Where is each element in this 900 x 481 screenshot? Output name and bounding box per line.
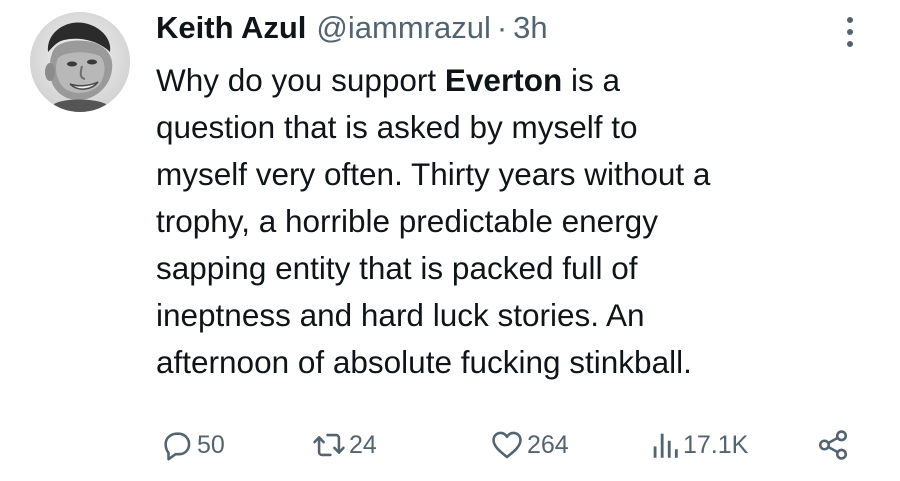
share-icon <box>818 430 848 460</box>
more-button[interactable] <box>838 14 862 50</box>
avatar[interactable] <box>30 12 130 112</box>
tweet-text-line: myself very often. Thirty years without … <box>156 156 711 192</box>
separator-dot: · <box>496 10 508 45</box>
tweet-header: Keith Azul @iammrazul · 3h <box>156 8 548 48</box>
tweet-text-line: ineptness and hard luck stories. An <box>156 297 645 333</box>
author-name[interactable]: Keith Azul <box>156 8 306 48</box>
tweet: Keith Azul @iammrazul · 3h Why do you su… <box>0 0 900 481</box>
avatar-image <box>30 12 130 112</box>
tweet-text-line: question that is asked by myself to <box>156 109 638 145</box>
action-bar: 50 24 264 17.1K <box>160 425 860 465</box>
retweet-count: 24 <box>349 430 377 459</box>
like-button[interactable]: 264 <box>490 425 569 465</box>
tweet-text-line: sapping entity that is packed full of <box>156 250 638 286</box>
more-icon <box>847 17 853 47</box>
share-button[interactable] <box>816 425 850 465</box>
tweet-text-line: trophy, a horrible predictable energy <box>156 203 658 239</box>
timestamp[interactable]: 3h <box>513 8 547 48</box>
views-count: 17.1K <box>683 430 749 459</box>
views-button[interactable]: 17.1K <box>650 425 748 465</box>
reply-button[interactable]: 50 <box>160 425 225 465</box>
author-handle[interactable]: @iammrazul <box>316 8 490 48</box>
bold-team-name: Everton <box>444 62 563 98</box>
tweet-text: Why do you support Everton is a question… <box>156 57 876 386</box>
retweet-button[interactable]: 24 <box>312 425 377 465</box>
reply-icon <box>164 432 191 461</box>
like-count: 264 <box>527 430 569 459</box>
reply-count: 50 <box>197 430 225 459</box>
views-icon <box>653 433 678 458</box>
tweet-text-line: afternoon of absolute fucking stinkball. <box>156 344 692 380</box>
heart-icon <box>492 431 522 459</box>
retweet-icon <box>313 433 345 457</box>
tweet-text-line: Why do you support Everton is a <box>156 62 620 98</box>
